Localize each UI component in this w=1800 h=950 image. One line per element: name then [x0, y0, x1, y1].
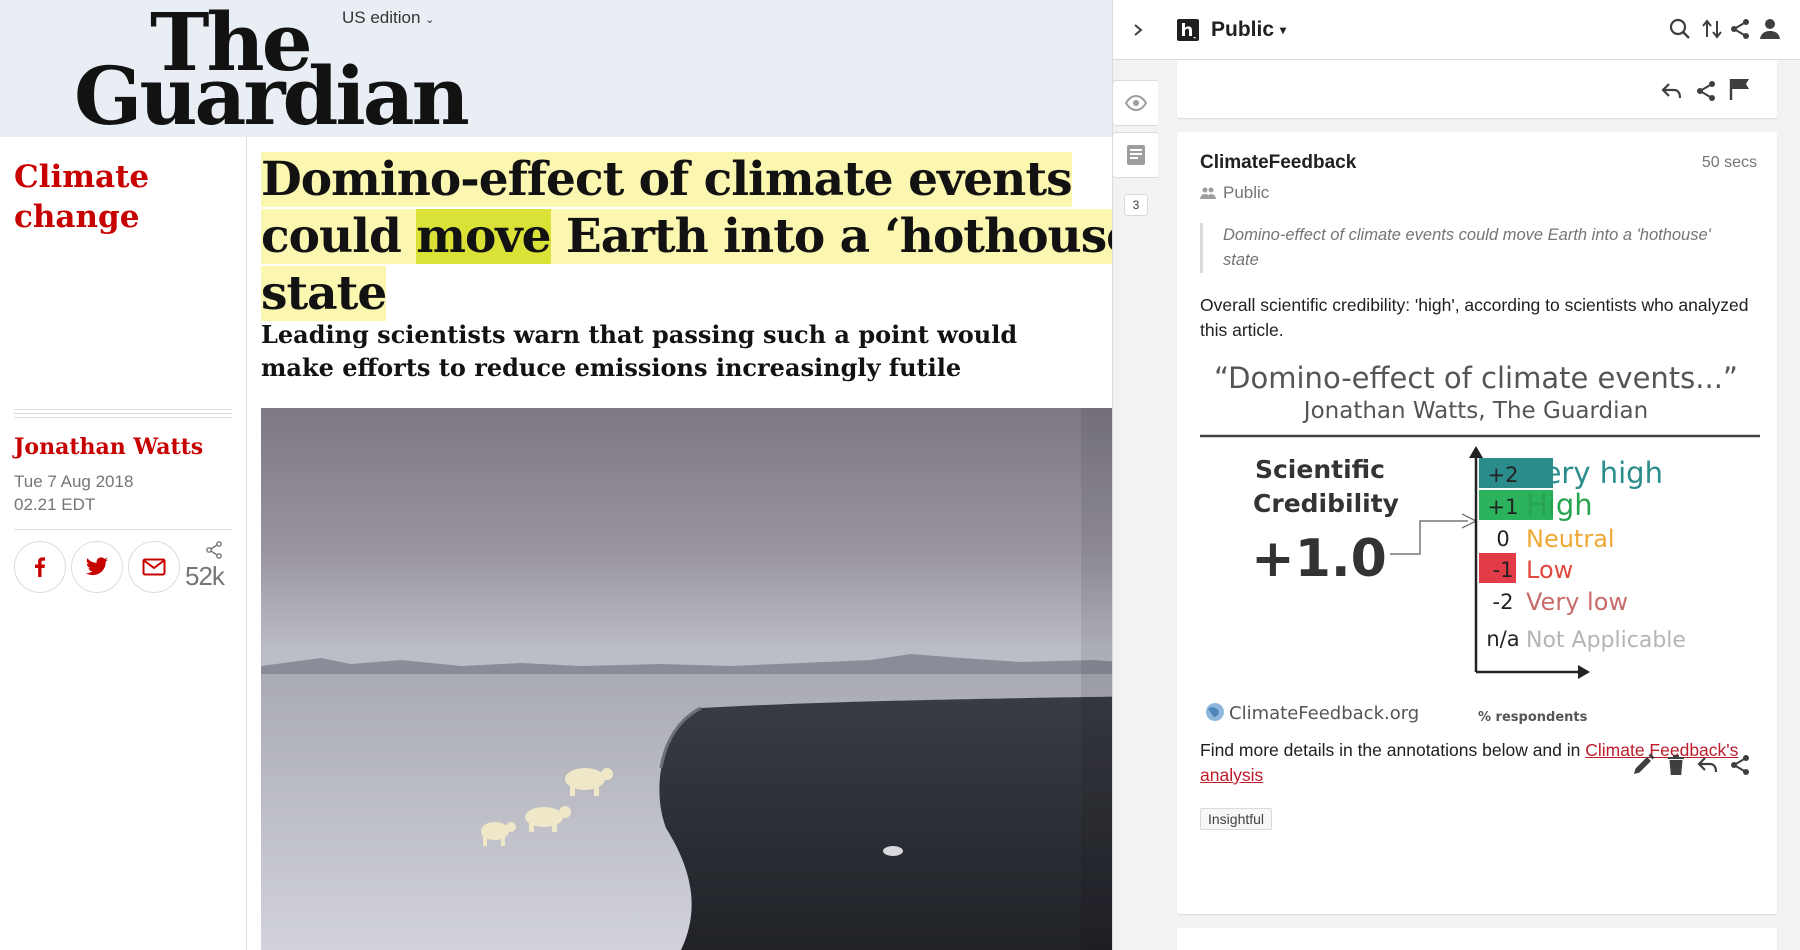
user-icon[interactable]: [1757, 16, 1783, 42]
scale-rows: +2 Very high +1 High 0 Neutral -1 Low -2 Very low…: [1479, 456, 1686, 653]
group-selector[interactable]: Public ▾: [1211, 16, 1286, 44]
annotation-tag[interactable]: Insightful: [1200, 808, 1273, 830]
scale-value: -1: [1493, 558, 1514, 582]
eye-icon: [1124, 95, 1147, 111]
score-connector: [1390, 520, 1468, 555]
credibility-label-2: Credibility: [1253, 489, 1399, 518]
share-count: 52k: [185, 561, 225, 591]
share-divider: [14, 529, 232, 530]
scale-label: Very low: [1526, 588, 1628, 616]
new-page-note-button[interactable]: [1112, 132, 1158, 178]
scale-value: -2: [1493, 590, 1514, 614]
graphic-axis-label: % respondents: [1478, 710, 1588, 725]
chevron-right-icon[interactable]: [1127, 18, 1149, 42]
scale-value: +2: [1488, 463, 1519, 487]
annotation-group-name: Public: [1223, 183, 1270, 202]
masthead: The Guardian US edition ⌄: [0, 0, 1112, 137]
previous-annotation-card: [1177, 60, 1777, 118]
annotation-timestamp[interactable]: 50 secs: [1702, 154, 1757, 172]
share-icon[interactable]: [1727, 16, 1753, 42]
publish-time: 02.21 EDT: [14, 495, 96, 514]
publish-date: Tue 7 Aug 2018: [14, 472, 134, 491]
scale-value: +1: [1488, 495, 1519, 519]
edit-icon[interactable]: [1630, 752, 1656, 778]
axis-arrow-right: [1578, 665, 1590, 679]
graphic-source: ClimateFeedback.org: [1229, 703, 1419, 724]
annotation-count-badge[interactable]: 3: [1124, 194, 1148, 216]
globe-icon: [1206, 703, 1224, 721]
delete-icon[interactable]: [1663, 752, 1689, 778]
sort-icon[interactable]: [1699, 16, 1725, 42]
logo-line-2: Guardian: [74, 49, 470, 143]
group-name: Public: [1211, 18, 1275, 41]
article-photo: [261, 408, 1112, 950]
share-icon: [206, 541, 222, 559]
facebook-icon: [35, 557, 45, 577]
share-icon[interactable]: [1693, 78, 1719, 104]
hypothesis-sidebar: Public ▾ ClimateFeedback 50 secs Public …: [1112, 0, 1800, 950]
scale-label: Low: [1526, 556, 1573, 584]
reply-icon[interactable]: [1659, 78, 1685, 104]
guardian-page: The Guardian US edition ⌄ Climate change…: [0, 0, 1112, 950]
scale-label: Very high: [1526, 456, 1663, 490]
search-icon[interactable]: [1667, 16, 1693, 42]
reply-icon[interactable]: [1695, 752, 1721, 778]
scale-value: n/a: [1486, 627, 1519, 651]
twitter-icon: [86, 557, 108, 576]
edition-label: US edition: [342, 8, 421, 27]
email-share-button[interactable]: [128, 541, 180, 593]
annotation-group: Public: [1200, 183, 1269, 203]
sidebar-toggle-strip: 3: [1112, 58, 1158, 228]
hypothesis-logo-icon[interactable]: [1177, 19, 1199, 41]
note-icon: [1126, 145, 1145, 165]
twitter-share-button[interactable]: [71, 541, 123, 593]
email-icon: [142, 558, 166, 576]
annotation-username[interactable]: ClimateFeedback: [1200, 152, 1356, 174]
graphic-subtitle: Jonathan Watts, The Guardian: [1302, 398, 1648, 424]
scale-label: Not Applicable: [1526, 628, 1686, 653]
credibility-label-1: Scientific: [1255, 455, 1385, 484]
facebook-share-button[interactable]: [14, 541, 66, 593]
article-standfirst: Leading scientists warn that passing suc…: [261, 320, 1018, 382]
sidebar-top-bar: Public ▾: [1113, 0, 1800, 60]
byline-divider: [14, 409, 232, 421]
graphic-title: “Domino-effect of climate events...”: [1214, 361, 1738, 395]
scale-value: 0: [1496, 527, 1509, 551]
article-headline: Domino-effect of climate events could mo…: [261, 151, 1112, 322]
credibility-score: +1.0: [1251, 529, 1387, 589]
article-meta-column: Climate change Jonathan Watts Tue 7 Aug …: [0, 137, 247, 950]
chevron-down-icon: ⌄: [425, 14, 435, 26]
focused-highlight[interactable]: move: [416, 209, 552, 264]
annotation-body: Overall scientific credibility: 'high', …: [1200, 295, 1749, 340]
axis-arrow-up: [1469, 446, 1483, 458]
share-icon[interactable]: [1727, 752, 1753, 778]
section-label[interactable]: Climate change: [14, 157, 234, 237]
annotation-quote: Domino-effect of climate events could mo…: [1200, 223, 1750, 273]
group-icon: [1200, 187, 1216, 199]
caret-down-icon: ▾: [1280, 23, 1287, 37]
annotation-card[interactable]: ClimateFeedback 50 secs Public Domino-ef…: [1177, 132, 1777, 914]
credibility-graphic: “Domino-effect of climate events...” Jon…: [1200, 354, 1760, 740]
footer-text: Find more details in the annotations bel…: [1200, 740, 1586, 760]
next-annotation-card[interactable]: [1177, 928, 1777, 950]
author-link[interactable]: Jonathan Watts: [14, 434, 203, 460]
show-highlights-button[interactable]: [1112, 80, 1158, 126]
edition-selector[interactable]: US edition ⌄: [342, 8, 434, 28]
flag-icon[interactable]: [1727, 76, 1753, 102]
scale-label: High: [1526, 488, 1593, 522]
scale-label: Neutral: [1526, 525, 1615, 553]
